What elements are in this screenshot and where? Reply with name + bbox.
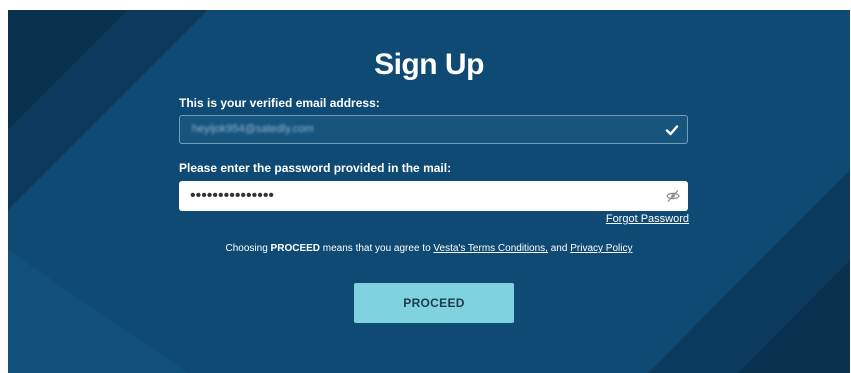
email-value: heyijok954@satedly.com bbox=[192, 123, 314, 135]
terms-notice: Choosing PROCEED means that you agree to… bbox=[8, 243, 850, 254]
checkmark-icon bbox=[665, 125, 679, 136]
terms-and: and bbox=[547, 243, 571, 254]
terms-proceed-word: PROCEED bbox=[270, 243, 320, 254]
terms-middle: means that you agree to bbox=[320, 243, 434, 254]
eye-slash-icon[interactable] bbox=[666, 189, 680, 203]
password-value: ••••••••••••••• bbox=[190, 187, 275, 204]
privacy-policy-link[interactable]: Privacy Policy bbox=[570, 243, 632, 254]
page-title: Sign Up bbox=[374, 48, 484, 81]
email-label: This is your verified email address: bbox=[179, 96, 380, 110]
email-field[interactable]: heyijok954@satedly.com bbox=[179, 115, 688, 144]
password-label: Please enter the password provided in th… bbox=[179, 161, 452, 175]
password-input[interactable]: ••••••••••••••• bbox=[179, 181, 688, 211]
forgot-password-link[interactable]: Forgot Password bbox=[606, 213, 689, 225]
proceed-button[interactable]: PROCEED bbox=[354, 283, 514, 323]
signup-panel: Sign Up This is your verified email addr… bbox=[8, 10, 850, 373]
signup-form: Sign Up This is your verified email addr… bbox=[8, 10, 850, 373]
terms-conditions-link[interactable]: Vesta's Terms Conditions, bbox=[433, 243, 548, 254]
terms-prefix: Choosing bbox=[225, 243, 271, 254]
